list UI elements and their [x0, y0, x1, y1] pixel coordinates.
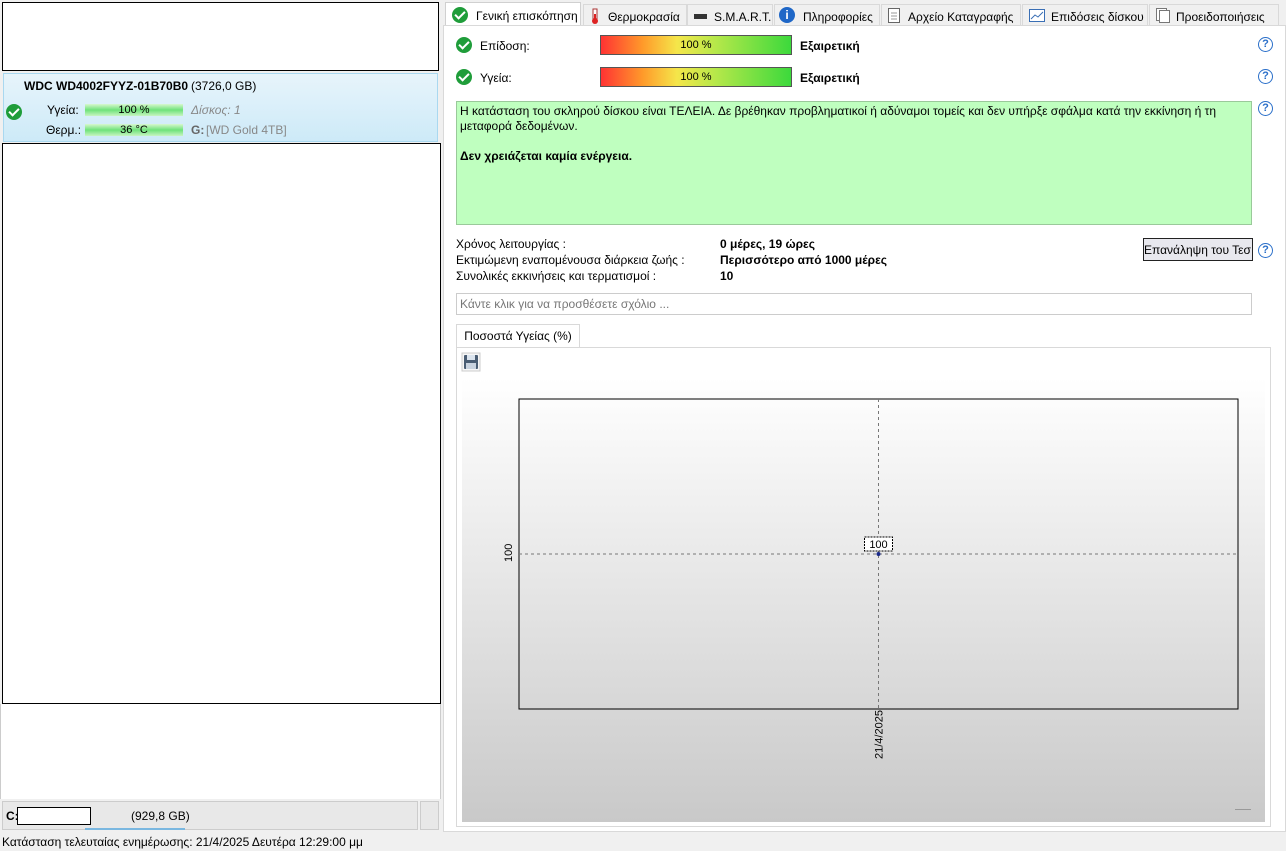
disk-temp-label: Θερμ.:: [46, 123, 82, 137]
tab-disk-performance-label: Επιδόσεις δίσκου: [1051, 10, 1144, 24]
health-ok-icon: [6, 104, 22, 120]
tab-smart[interactable]: S.M.A.R.T.: [687, 4, 773, 26]
tab-temperature[interactable]: Θερμοκρασία: [583, 4, 687, 26]
performance-rating: Εξαιρετική: [800, 39, 860, 53]
status-message: Η κατάσταση του σκληρού δίσκου είναι ΤΕΛ…: [460, 104, 1217, 133]
help-icon[interactable]: ?: [1258, 101, 1273, 116]
disk-list-header-area: [2, 2, 439, 71]
comment-field[interactable]: Κάντε κλικ για να προσθέσετε σχόλιο ...: [456, 293, 1252, 315]
chart-icon: [1029, 9, 1045, 22]
disk-index: Δίσκος: 1: [191, 103, 241, 117]
data-label: 100: [869, 539, 887, 551]
health-rating: Εξαιρετική: [800, 71, 860, 85]
chart-background: 21/4/2025 100 100: [462, 378, 1265, 822]
tab-alerts[interactable]: Προειδοποιήσεις: [1149, 4, 1279, 26]
tab-info-label: Πληροφορίες: [803, 10, 873, 24]
performance-ok-icon: [456, 37, 472, 53]
tab-bar: Γενική επισκόπηση Θερμοκρασία S.M.A.R.T.…: [443, 2, 1286, 27]
volume-item[interactable]: C: (929,8 GB): [2, 801, 418, 830]
y-tick-label: 100: [503, 544, 515, 562]
disk-name: WDC WD4002FYYZ-01B70B0: [24, 79, 189, 93]
retest-button[interactable]: Επανάληψη του Τεσ: [1143, 238, 1253, 261]
performance-bar: 100 %: [600, 35, 792, 55]
drive-icon: [694, 14, 707, 19]
startups-label: Συνολικές εκκινήσεις και τερματισμοί :: [456, 269, 657, 283]
startups-value: 10: [720, 269, 734, 283]
x-tick-label: 21/4/2025: [874, 710, 886, 759]
document-icon: [888, 8, 900, 23]
disk-temp-bar: 36 °C: [85, 124, 183, 136]
help-icon[interactable]: ?: [1258, 69, 1273, 84]
save-icon[interactable]: [461, 352, 481, 372]
alerts-icon: [1156, 8, 1170, 23]
status-bar-text: Κατάσταση τελευταίας ενημέρωσης: 21/4/20…: [2, 835, 363, 849]
volume-progress: [85, 828, 185, 830]
data-point: [876, 552, 881, 556]
disk-health-label: Υγεία:: [47, 103, 79, 117]
tab-log-label: Αρχείο Καταγραφής: [908, 10, 1014, 24]
disk-list-item[interactable]: WDC WD4002FYYZ-01B70B0 (3726,0 GB) Υγεία…: [3, 73, 438, 142]
disk-details-area: [2, 143, 441, 704]
tab-overview-label: Γενική επισκόπηση: [476, 9, 578, 23]
empty-list-area: [0, 704, 441, 799]
volume-letter: G:: [191, 123, 205, 137]
thermometer-icon: [592, 8, 598, 24]
tab-smart-label: S.M.A.R.T.: [714, 10, 772, 24]
volume-name: [WD Gold 4TB]: [206, 123, 287, 137]
minimize-handle[interactable]: [1235, 809, 1251, 810]
lifetime-value: Περισσότερο από 1000 μέρες: [720, 253, 888, 267]
check-icon: [452, 7, 468, 23]
health-label: Υγεία:: [480, 71, 512, 85]
disk-size: (3726,0 GB): [191, 79, 257, 93]
help-icon[interactable]: ?: [1258, 243, 1273, 258]
chart-frame: 21/4/2025 100 100: [456, 347, 1271, 827]
uptime-value: 0 μέρες, 19 ώρες: [720, 237, 815, 251]
info-icon: i: [779, 7, 795, 23]
tab-overview[interactable]: Γενική επισκόπηση: [445, 2, 581, 27]
tab-alerts-label: Προειδοποιήσεις: [1176, 10, 1265, 24]
health-bar: 100 %: [600, 67, 792, 87]
disk-list-panel: WDC WD4002FYYZ-01B70B0 (3726,0 GB) Υγεία…: [0, 0, 441, 832]
volume-scroll[interactable]: [420, 801, 439, 830]
tab-disk-performance[interactable]: Επιδόσεις δίσκου: [1022, 4, 1148, 26]
disk-health-bar: 100 %: [85, 104, 183, 116]
volume-usage-bar: [17, 807, 91, 825]
status-message-box: Η κατάσταση του σκληρού δίσκου είναι ΤΕΛ…: [456, 101, 1252, 225]
health-ok-icon: [456, 69, 472, 85]
tab-info[interactable]: i Πληροφορίες: [774, 4, 880, 26]
help-icon[interactable]: ?: [1258, 37, 1273, 52]
tab-temperature-label: Θερμοκρασία: [608, 10, 680, 24]
tab-log[interactable]: Αρχείο Καταγραφής: [881, 4, 1021, 26]
status-bar: Κατάσταση τελευταίας ενημέρωσης: 21/4/20…: [0, 834, 1286, 851]
health-chart: 21/4/2025 100 100: [503, 398, 1239, 759]
overview-panel: Επίδοση: 100 % Εξαιρετική ? Υγεία: 100 %…: [443, 25, 1286, 832]
uptime-label: Χρόνος λειτουργίας :: [456, 237, 566, 251]
lifetime-label: Εκτιμώμενη εναπομένουσα διάρκεια ζωής :: [456, 253, 685, 267]
tab-health-chart[interactable]: Ποσοστά Υγείας (%): [456, 324, 580, 348]
action-message: Δεν χρειάζεται καμία ενέργεια.: [460, 149, 633, 163]
performance-label: Επίδοση:: [480, 39, 530, 53]
volume-size-c: (929,8 GB): [131, 809, 190, 823]
